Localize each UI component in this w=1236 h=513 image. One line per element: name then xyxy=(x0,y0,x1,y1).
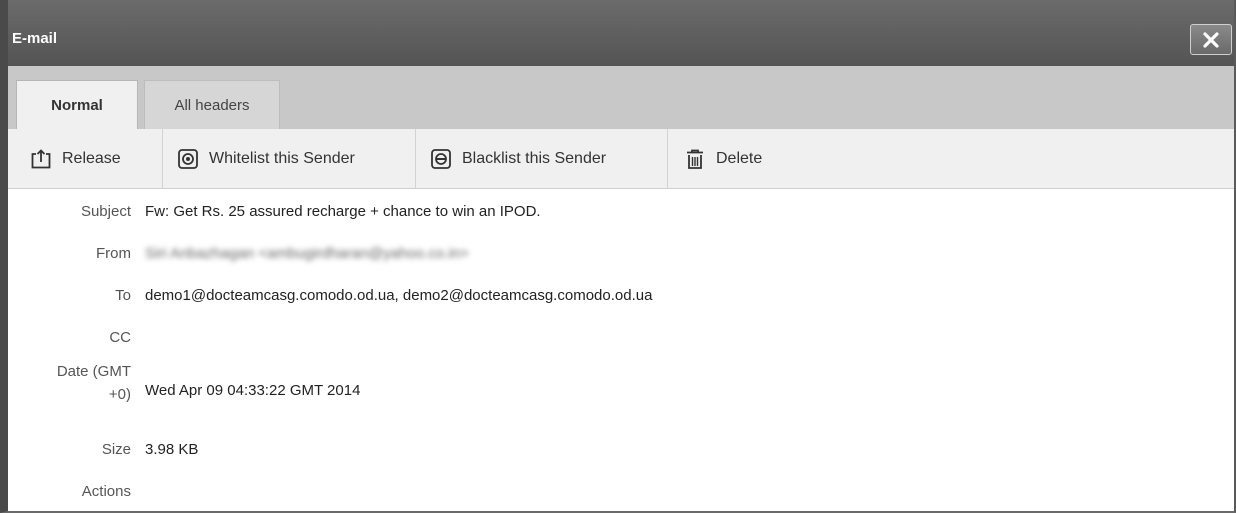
release-button[interactable]: Release xyxy=(8,129,163,189)
actions-row: Actions xyxy=(8,483,1234,500)
delete-label: Delete xyxy=(716,150,763,167)
date-value: Wed Apr 09 04:33:22 GMT 2014 xyxy=(145,382,361,399)
release-icon xyxy=(31,149,51,169)
date-label-line1: Date (GMT xyxy=(56,363,131,380)
blacklist-label: Blacklist this Sender xyxy=(462,150,607,167)
subject-value: Fw: Get Rs. 25 assured recharge + chance… xyxy=(145,203,541,220)
dialog-title: E-mail xyxy=(12,30,58,47)
delete-button[interactable]: Delete xyxy=(668,129,788,189)
whitelist-icon xyxy=(178,149,198,169)
from-row: From Siri Anbazhagan <ambugirdharan@yaho… xyxy=(8,245,1234,262)
to-label: To xyxy=(115,287,131,304)
cc-label: CC xyxy=(109,329,131,346)
trash-icon xyxy=(687,149,703,169)
release-label: Release xyxy=(62,150,121,167)
subject-label: Subject xyxy=(80,203,131,220)
subject-row: Subject Fw: Get Rs. 25 assured recharge … xyxy=(8,203,1234,220)
whitelist-sender-button[interactable]: Whitelist this Sender xyxy=(163,129,416,189)
close-button[interactable] xyxy=(1190,24,1232,55)
dialog-titlebar: E-mail xyxy=(8,0,1234,66)
close-icon xyxy=(1203,31,1219,48)
blacklist-icon xyxy=(431,149,451,169)
tab-bar: Normal All headers xyxy=(8,66,1234,129)
blacklist-sender-button[interactable]: Blacklist this Sender xyxy=(416,129,668,189)
date-row: Date (GMT +0) Wed Apr 09 04:33:22 GMT 20… xyxy=(8,360,1234,406)
cc-row: CC xyxy=(8,329,1234,346)
size-value: 3.98 KB xyxy=(145,441,199,458)
tab-normal[interactable]: Normal xyxy=(16,80,138,129)
action-toolbar: Release Whitelist this Sender Blacklist … xyxy=(8,129,1234,189)
tab-all-headers[interactable]: All headers xyxy=(144,80,280,129)
size-label: Size xyxy=(101,441,131,458)
date-label-line2: +0) xyxy=(108,386,131,403)
whitelist-label: Whitelist this Sender xyxy=(209,150,355,167)
email-dialog: E-mail Normal All headers Release Whitel… xyxy=(0,0,1236,513)
from-label: From xyxy=(96,245,131,262)
date-label: Date (GMT +0) xyxy=(8,360,131,406)
size-row: Size 3.98 KB xyxy=(8,441,1234,458)
to-value: demo1@docteamcasg.comodo.od.ua, demo2@do… xyxy=(145,287,653,304)
to-row: To demo1@docteamcasg.comodo.od.ua, demo2… xyxy=(8,287,1234,304)
actions-label: Actions xyxy=(81,483,131,500)
from-value: Siri Anbazhagan <ambugirdharan@yahoo.co.… xyxy=(145,245,469,262)
